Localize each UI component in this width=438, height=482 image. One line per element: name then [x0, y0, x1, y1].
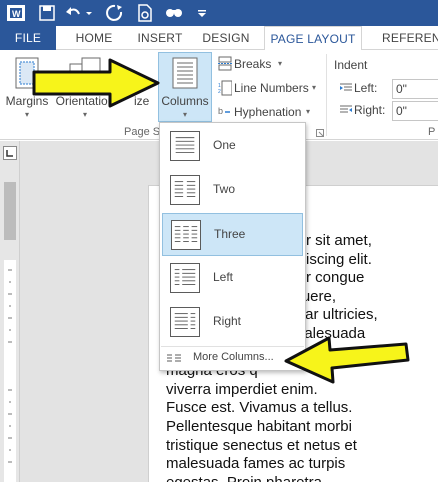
line-numbers-icon: 1 2 — [218, 80, 232, 96]
annotation-arrow-left-icon — [284, 336, 410, 384]
redo-icon[interactable] — [106, 3, 124, 23]
svg-text:2: 2 — [218, 89, 221, 95]
right-column-icon — [170, 307, 200, 337]
doc-line: vinar ultricies, — [286, 306, 378, 324]
tab-page-layout[interactable]: PAGE LAYOUT — [264, 26, 362, 51]
left-column-icon — [170, 263, 200, 293]
breaks-button[interactable]: Breaks ▾ — [216, 54, 316, 74]
more-columns-icon — [167, 354, 181, 362]
hyphenation-dropdown-icon: ▾ — [306, 107, 311, 116]
vertical-ruler — [0, 141, 20, 482]
doc-line: tristique senectus et netus et — [166, 436, 357, 454]
quick-access-toolbar: W — [0, 0, 438, 26]
word-logo-icon: W — [7, 5, 25, 21]
columns-dropdown-icon: ▾ — [182, 110, 187, 119]
doc-line: osuere, — [286, 287, 337, 305]
line-numbers-button[interactable]: 1 2 Line Numbers ▾ — [216, 78, 324, 98]
margins-dropdown-icon: ▾ — [24, 110, 29, 119]
orientation-dropdown-icon: ▾ — [82, 110, 87, 119]
tab-home[interactable]: HOME — [64, 26, 124, 50]
indent-left-icon — [340, 83, 352, 91]
group-label-page-setup: Page S — [124, 126, 161, 138]
doc-line: Fusce est. Vivamus a tellus. — [166, 399, 353, 417]
save-icon[interactable] — [38, 3, 56, 23]
breaks-icon — [218, 56, 232, 71]
group-separator — [326, 54, 327, 136]
group-label-paragraph: P — [428, 126, 436, 138]
doc-line: dipiscing elit. — [286, 250, 372, 268]
columns-option-label: Two — [213, 182, 236, 196]
breaks-dropdown-icon: ▾ — [278, 59, 283, 68]
undo-icon[interactable] — [64, 3, 82, 23]
indent-left-input[interactable]: 0" — [392, 79, 438, 99]
print-preview-icon[interactable] — [136, 3, 154, 23]
tab-references[interactable]: REFERENC — [366, 26, 438, 50]
ruler-ticks — [8, 269, 12, 463]
one-column-icon — [170, 131, 200, 161]
doc-line: egestas. Proin pharetra — [166, 474, 436, 482]
columns-option-label: One — [213, 138, 236, 152]
line-numbers-label: Line Numbers — [234, 81, 309, 95]
indent-left-label: Left: — [354, 81, 378, 95]
tab-stop-glyph-icon — [6, 150, 13, 157]
columns-option-label: Right — [213, 314, 242, 328]
more-columns-label: More Columns... — [193, 351, 274, 363]
hyphenation-icon: b — [218, 106, 230, 116]
doc-line: malesuada fames ac turpis — [166, 455, 346, 473]
tab-design[interactable]: DESIGN — [196, 26, 256, 50]
columns-option-two[interactable]: Two — [162, 169, 303, 212]
doc-line: Pellentesque habitant morbi — [166, 417, 352, 435]
doc-line: titor congue — [286, 269, 365, 287]
qat-dropdown-icon[interactable] — [196, 3, 208, 23]
ribbon-tabs: FILE HOME INSERT DESIGN PAGE LAYOUT REFE… — [0, 26, 438, 51]
breaks-label: Breaks — [234, 57, 272, 71]
indent-right-icon — [340, 105, 352, 113]
columns-option-one[interactable]: One — [162, 125, 303, 168]
svg-text:b: b — [218, 106, 223, 116]
svg-text:W: W — [12, 9, 21, 19]
tab-insert[interactable]: INSERT — [130, 26, 190, 50]
columns-button[interactable]: Columns ▾ — [158, 52, 212, 122]
tab-selector-icon[interactable] — [3, 146, 17, 160]
columns-option-label: Three — [214, 227, 246, 241]
columns-option-label: Left — [213, 270, 234, 284]
doc-line: olor sit amet, — [286, 232, 372, 249]
columns-option-left[interactable]: Left — [162, 257, 303, 300]
ruler-margin-area — [4, 182, 16, 240]
find-icon[interactable] — [164, 3, 184, 23]
tab-file[interactable]: FILE — [0, 26, 56, 50]
page-setup-launcher-icon[interactable] — [316, 129, 324, 137]
columns-label: Columns — [161, 94, 209, 108]
indent-right-input[interactable]: 0" — [392, 101, 438, 121]
indent-title: Indent — [334, 58, 368, 72]
hyphenation-label: Hyphenation — [234, 105, 302, 119]
annotation-arrow-right-icon — [32, 58, 160, 108]
indent-right-label: Right: — [354, 103, 386, 117]
hyphenation-button[interactable]: b Hyphenation ▾ — [216, 102, 324, 122]
line-numbers-dropdown-icon: ▾ — [312, 83, 317, 92]
three-columns-icon — [171, 220, 201, 250]
columns-option-three[interactable]: Three — [162, 213, 303, 256]
columns-icon — [172, 57, 198, 89]
two-columns-icon — [170, 175, 200, 205]
undo-dropdown-icon[interactable] — [84, 3, 94, 23]
